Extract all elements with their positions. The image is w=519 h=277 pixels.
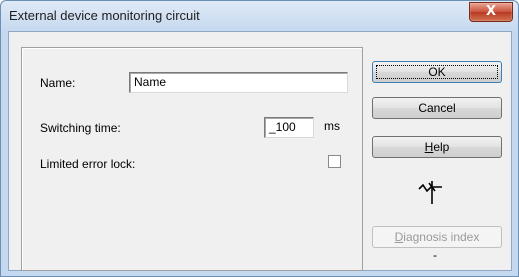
dialog-client-area: Name: Name Switching time: _100 ms Limit… — [8, 31, 512, 271]
switching-time-input[interactable]: _100 — [264, 117, 314, 138]
limited-error-lock-label: Limited error lock: — [40, 157, 136, 171]
diagnosis-index-button[interactable]: Diagnosis index — [372, 226, 502, 248]
switching-time-unit: ms — [324, 119, 340, 133]
help-button[interactable]: Help — [372, 136, 502, 158]
close-button[interactable]: X — [469, 2, 513, 22]
switching-time-label: Switching time: — [40, 121, 121, 135]
help-label: elp — [433, 140, 450, 154]
dialog-window: External device monitoring circuit X Nam… — [0, 0, 519, 277]
close-icon: X — [485, 4, 497, 19]
ok-button[interactable]: OK — [372, 61, 502, 83]
settings-group: Name: Name Switching time: _100 ms Limit… — [21, 47, 363, 271]
limited-error-lock-checkbox[interactable] — [328, 155, 341, 168]
edm-circuit-icon — [418, 181, 442, 204]
title-bar[interactable]: External device monitoring circuit X — [1, 1, 518, 31]
cancel-label: Cancel — [418, 101, 456, 115]
name-input[interactable]: Name — [129, 72, 348, 93]
name-label: Name: — [40, 76, 76, 90]
diagnosis-mnemonic: D — [394, 230, 404, 244]
diagnosis-status-dash: - — [433, 248, 437, 262]
cancel-button[interactable]: Cancel — [372, 97, 502, 119]
window-title: External device monitoring circuit — [9, 8, 200, 23]
diagnosis-label: iagnosis index — [403, 230, 480, 244]
focus-rect — [376, 65, 498, 79]
